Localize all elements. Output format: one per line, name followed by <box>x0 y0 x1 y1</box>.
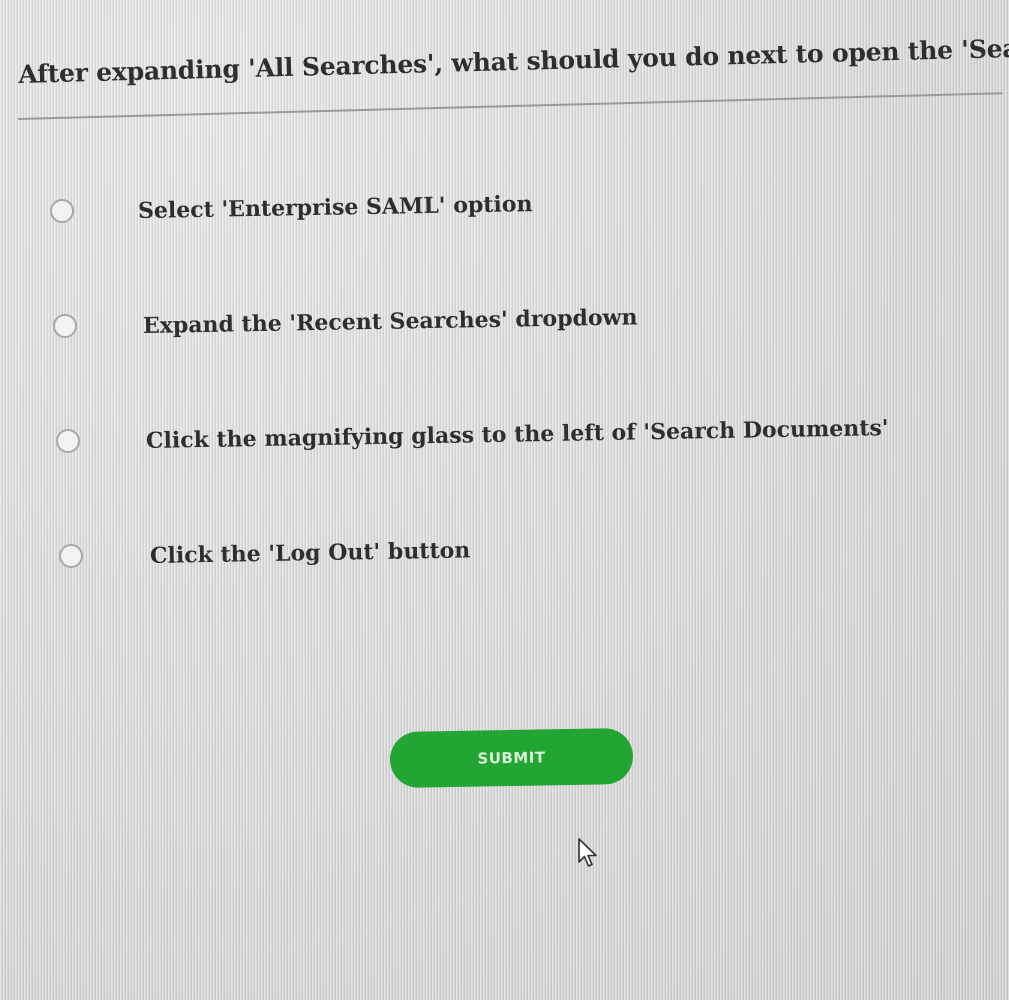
answer-option-3[interactable]: Click the magnifying glass to the left o… <box>56 415 889 454</box>
mouse-pointer-icon <box>578 838 597 867</box>
answer-option-1[interactable]: Select 'Enterprise SAML' option <box>50 191 533 224</box>
answer-option-label[interactable]: Select 'Enterprise SAML' option <box>138 191 533 224</box>
radio-button-icon[interactable] <box>50 199 74 223</box>
answer-options: Select 'Enterprise SAML' option Expand t… <box>0 0 1009 1000</box>
answer-option-2[interactable]: Expand the 'Recent Searches' dropdown <box>53 304 638 339</box>
quiz-page: After expanding 'All Searches', what sho… <box>0 0 1009 1000</box>
answer-option-label[interactable]: Expand the 'Recent Searches' dropdown <box>143 304 638 339</box>
radio-button-icon[interactable] <box>59 544 83 568</box>
submit-button[interactable]: SUBMIT <box>389 727 634 789</box>
answer-option-label[interactable]: Click the 'Log Out' button <box>150 537 471 569</box>
answer-option-label[interactable]: Click the magnifying glass to the left o… <box>146 415 889 454</box>
radio-button-icon[interactable] <box>56 429 80 453</box>
radio-button-icon[interactable] <box>53 314 77 338</box>
answer-option-4[interactable]: Click the 'Log Out' button <box>59 537 471 569</box>
